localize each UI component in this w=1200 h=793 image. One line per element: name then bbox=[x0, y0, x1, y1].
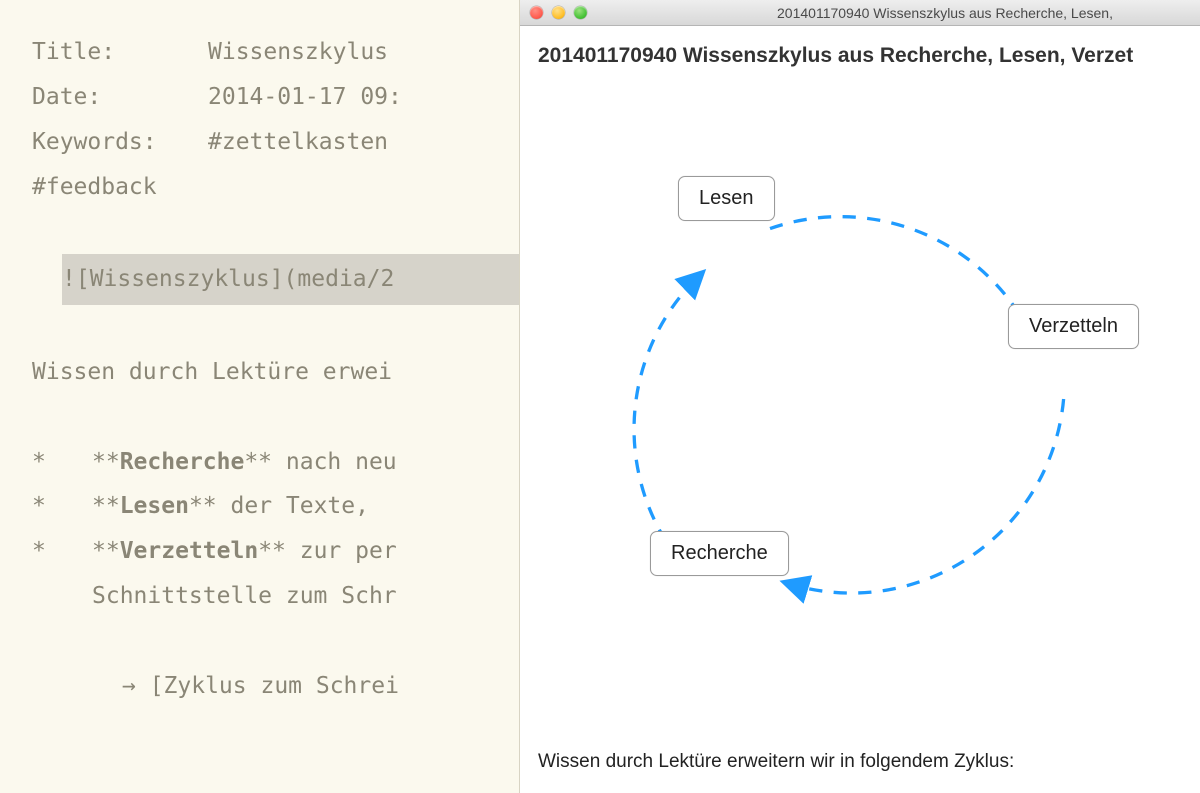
blank-line bbox=[32, 209, 519, 254]
preview-heading: 201401170940 Wissenszkylus aus Recherche… bbox=[538, 44, 1182, 68]
arrow-verzetteln-to-recherche bbox=[789, 399, 1064, 593]
arrow-recherche-to-lesen bbox=[634, 276, 699, 541]
image-markdown-line[interactable]: ![Wissenszyklus](media/2 bbox=[32, 254, 519, 305]
meta-value-date: 2014-01-17 09: bbox=[208, 75, 402, 120]
node-recherche: Recherche bbox=[650, 531, 789, 576]
meta-label-title: Title: bbox=[32, 30, 208, 75]
window-title-text: 201401170940 Wissenszkylus aus Recherche… bbox=[520, 5, 1200, 21]
bullet-item-2: ***Lesen** der Texte, bbox=[32, 484, 519, 529]
meta-row-title: Title: Wissenszkylus bbox=[32, 30, 519, 75]
meta-row-date: Date: 2014-01-17 09: bbox=[32, 75, 519, 120]
cycle-arrows-svg bbox=[538, 76, 1182, 741]
bullet-continuation: Schnittstelle zum Schr bbox=[32, 574, 519, 619]
preview-window: 201401170940 Wissenszkylus aus Recherche… bbox=[520, 0, 1200, 793]
app-root: Title: Wissenszkylus Date: 2014-01-17 09… bbox=[0, 0, 1200, 793]
arrow-lesen-to-verzetteln bbox=[770, 217, 1032, 338]
bullet-marker: * bbox=[32, 529, 92, 574]
bullet-item-1: ***Recherche** nach neu bbox=[32, 440, 519, 485]
meta-value-keywords: #zettelkasten bbox=[208, 120, 388, 165]
node-lesen: Lesen bbox=[678, 176, 775, 221]
bullet-text: **Verzetteln** zur per bbox=[92, 538, 397, 564]
meta-label-keywords: Keywords: bbox=[32, 120, 208, 165]
blank-line bbox=[32, 619, 519, 664]
meta-label-date: Date: bbox=[32, 75, 208, 120]
bullet-marker: * bbox=[32, 440, 92, 485]
window-titlebar[interactable]: 201401170940 Wissenszkylus aus Recherche… bbox=[520, 0, 1200, 26]
bullet-marker: * bbox=[32, 484, 92, 529]
cycle-diagram: Lesen Verzetteln Recherche bbox=[538, 76, 1182, 741]
meta-value-title: Wissenszkylus bbox=[208, 30, 388, 75]
blank-line bbox=[32, 305, 519, 350]
bullet-text: **Recherche** nach neu bbox=[92, 449, 397, 475]
blank-line bbox=[32, 395, 519, 440]
markdown-editor-pane[interactable]: Title: Wissenszkylus Date: 2014-01-17 09… bbox=[0, 0, 520, 793]
meta-row-keywords: Keywords: #zettelkasten bbox=[32, 120, 519, 165]
body-paragraph-line: Wissen durch Lektüre erwei bbox=[32, 350, 519, 395]
preview-paragraph: Wissen durch Lektüre erweitern wir in fo… bbox=[538, 741, 1182, 793]
link-arrow-line: → [Zyklus zum Schrei bbox=[32, 664, 519, 709]
image-markdown-highlight: ![Wissenszyklus](media/2 bbox=[62, 254, 519, 305]
preview-body: 201401170940 Wissenszkylus aus Recherche… bbox=[520, 26, 1200, 793]
node-verzetteln: Verzetteln bbox=[1008, 304, 1139, 349]
bullet-text: **Lesen** der Texte, bbox=[92, 493, 369, 519]
bullet-item-3: ***Verzetteln** zur per bbox=[32, 529, 519, 574]
meta-keywords-line2: #feedback bbox=[32, 165, 519, 210]
